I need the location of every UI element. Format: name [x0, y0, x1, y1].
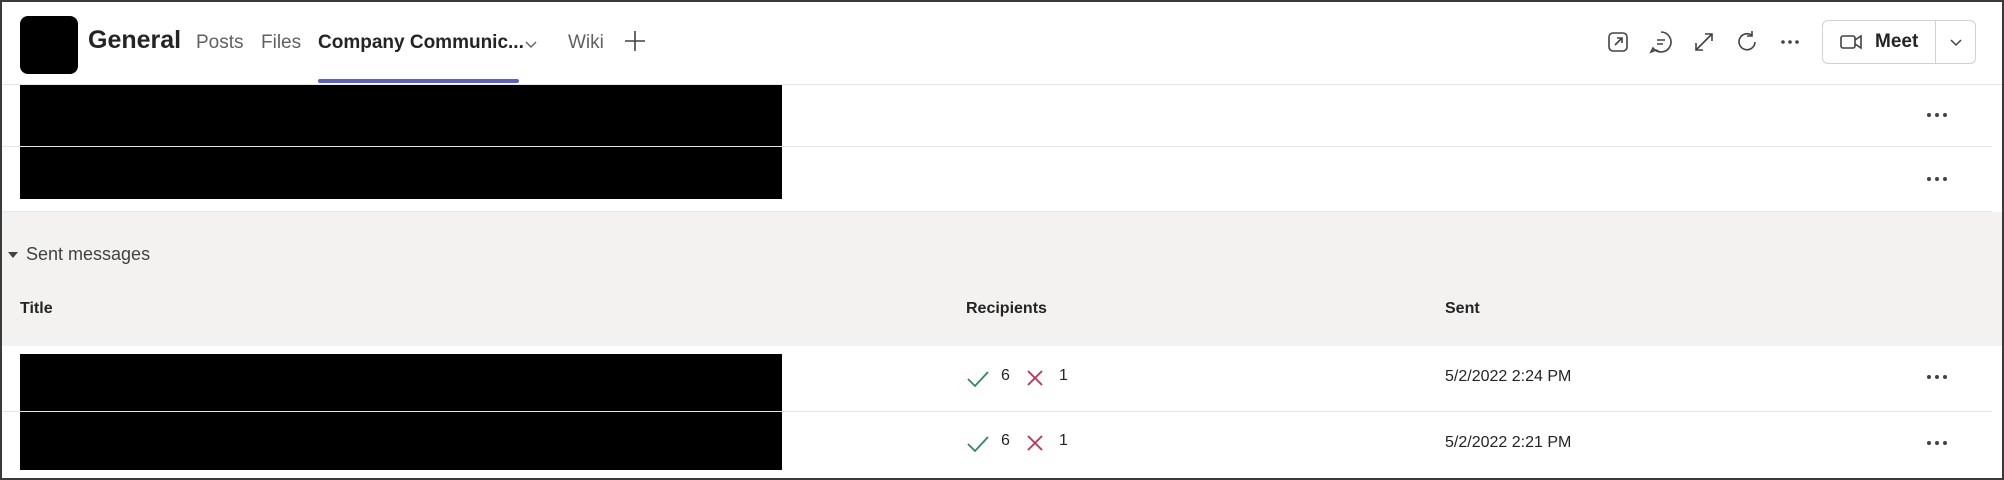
- meet-button-group: Meet: [1822, 20, 1976, 64]
- failed-x-icon: [1027, 435, 1043, 451]
- column-header-sent[interactable]: Sent: [1445, 300, 1480, 318]
- chevron-down-icon[interactable]: [523, 36, 539, 52]
- team-avatar[interactable]: [20, 16, 78, 74]
- sent-messages-section: [2, 212, 2002, 346]
- failed-count: 1: [1059, 432, 1068, 449]
- table-row[interactable]: 6 1 5/2/2022 2:21 PM: [2, 412, 1992, 478]
- chevron-down-icon: [1950, 39, 1962, 47]
- sent-date: 5/2/2022 2:24 PM: [1445, 368, 1572, 385]
- redacted-title: [20, 354, 782, 411]
- refresh-icon[interactable]: [1734, 29, 1760, 55]
- success-check-icon: [967, 371, 989, 388]
- row-more-button[interactable]: [1922, 362, 1952, 392]
- channel-header: General Posts Files Company Communic... …: [2, 2, 2002, 85]
- meet-label: Meet: [1875, 31, 1919, 52]
- teams-window: General Posts Files Company Communic... …: [0, 0, 2004, 480]
- active-tab-indicator: [318, 79, 519, 83]
- video-camera-icon: [1840, 34, 1862, 50]
- draft-row[interactable]: [2, 85, 1992, 147]
- success-count: 6: [1001, 367, 1010, 384]
- tab-files[interactable]: Files: [261, 32, 301, 54]
- row-more-button[interactable]: [1922, 428, 1952, 458]
- expand-icon[interactable]: [1691, 29, 1717, 55]
- chat-icon[interactable]: [1648, 29, 1674, 55]
- row-more-button[interactable]: [1922, 100, 1952, 130]
- redacted-title: [20, 147, 782, 199]
- redacted-title: [20, 412, 782, 470]
- caret-down-icon: [8, 251, 18, 258]
- sent-messages-toggle[interactable]: Sent messages: [8, 244, 150, 265]
- add-tab-icon[interactable]: [622, 28, 648, 54]
- tab-company-communicator[interactable]: Company Communic...: [318, 32, 524, 54]
- failed-x-icon: [1027, 370, 1043, 386]
- draft-row[interactable]: [2, 147, 1992, 212]
- more-options-icon[interactable]: [1777, 29, 1803, 55]
- success-check-icon: [967, 436, 989, 453]
- channel-name: General: [88, 26, 182, 54]
- column-header-recipients[interactable]: Recipients: [966, 300, 1047, 318]
- row-more-button[interactable]: [1922, 164, 1952, 194]
- section-label: Sent messages: [26, 244, 151, 264]
- meet-button[interactable]: Meet: [1823, 21, 1935, 63]
- tab-posts[interactable]: Posts: [196, 32, 244, 54]
- success-count: 6: [1001, 432, 1010, 449]
- failed-count: 1: [1059, 367, 1068, 384]
- redacted-title: [20, 85, 782, 146]
- sent-date: 5/2/2022 2:21 PM: [1445, 434, 1572, 451]
- column-header-title[interactable]: Title: [20, 300, 53, 318]
- meet-dropdown-button[interactable]: [1936, 21, 1976, 63]
- popout-icon[interactable]: [1605, 29, 1631, 55]
- tab-wiki[interactable]: Wiki: [568, 32, 604, 54]
- table-row[interactable]: 6 1 5/2/2022 2:24 PM: [2, 346, 1992, 412]
